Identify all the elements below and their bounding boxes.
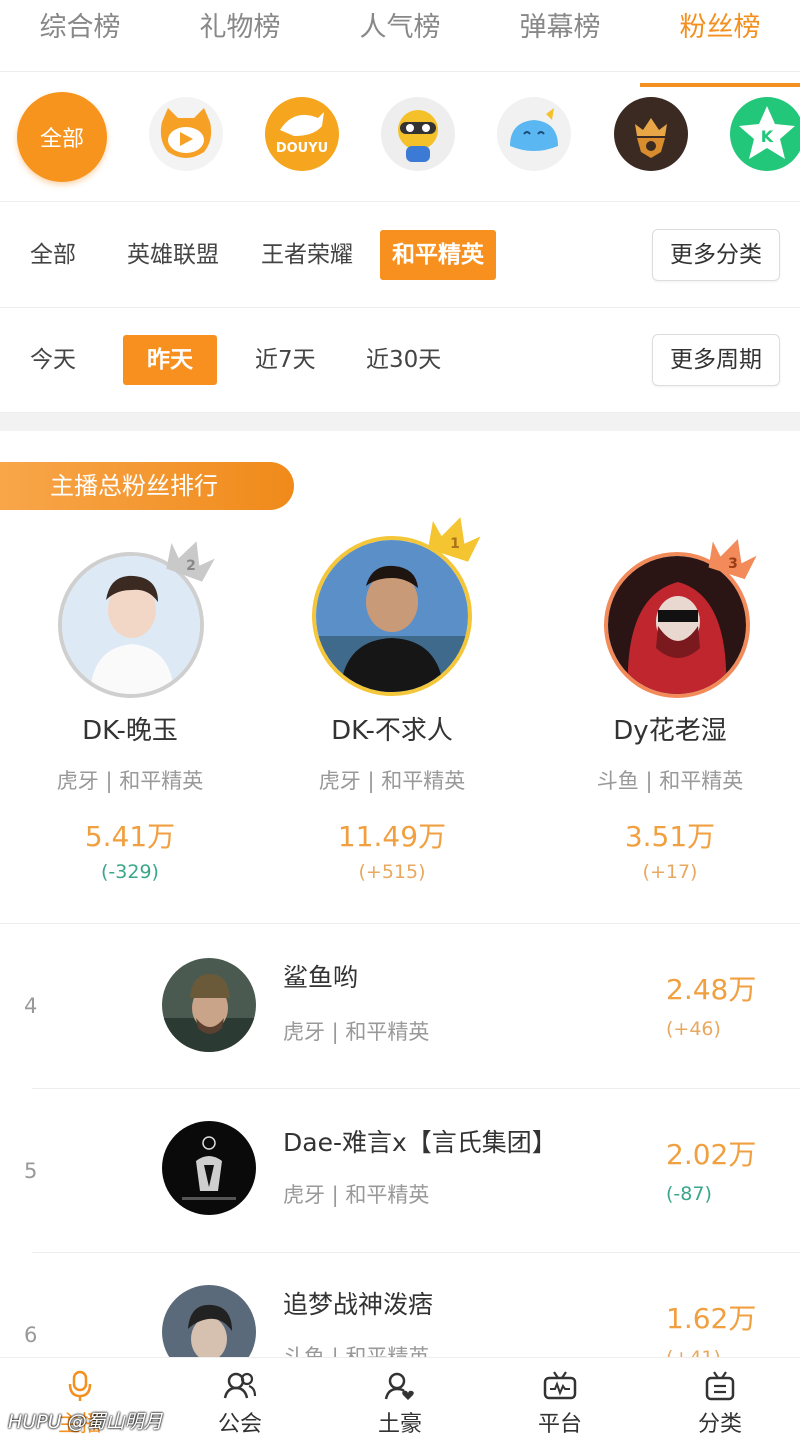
list-item[interactable]: 4 鲨鱼哟 虎牙 | 和平精英 2.48万 (+46)	[0, 924, 800, 1088]
list-item[interactable]: 5 Dae-难言x【言氏集团】 虎牙 | 和平精英 2.02万 (-87)	[0, 1089, 800, 1253]
page: 综合榜 礼物榜 人气榜 弹幕榜 粉丝榜 全部 DOUYU K 全部 英雄联盟 王…	[0, 0, 800, 1437]
fans-change: (+46)	[666, 1018, 721, 1040]
podium-rank-3[interactable]: 3 Dy花老湿 斗鱼 | 和平精英 3.51万 (+17)	[540, 530, 800, 883]
section-title: 主播总粉丝排行	[50, 472, 218, 500]
streamer-name: DK-晚玉	[82, 716, 178, 746]
podium-avatar-wrap: 3	[602, 530, 757, 710]
streamer-name: Dy花老湿	[613, 716, 727, 746]
svg-text:3: 3	[728, 556, 738, 572]
streamer-platform-game: 虎牙 | 和平精英	[318, 769, 466, 793]
avatar	[162, 958, 256, 1052]
section-gap	[0, 413, 800, 431]
yy-icon	[381, 97, 455, 171]
fans-change: (+515)	[358, 861, 426, 883]
kk-icon: K	[730, 97, 800, 171]
svg-text:K: K	[761, 127, 774, 146]
watermark: HUPU @蜀山明月	[8, 1411, 163, 1433]
more-periods-button[interactable]: 更多周期	[652, 334, 780, 386]
platform-kk-button[interactable]: K	[727, 94, 800, 174]
category-peacekeeper-elite[interactable]: 和平精英	[380, 230, 496, 280]
group-icon	[223, 1372, 257, 1399]
streamer-name: 追梦战神泼痞	[283, 1290, 434, 1319]
nav-label: 土豪	[377, 1412, 422, 1437]
platform-all-button[interactable]: 全部	[17, 92, 107, 182]
platform-cat-button[interactable]	[494, 94, 574, 174]
streamer-name: DK-不求人	[331, 716, 453, 746]
avatar	[162, 1121, 256, 1215]
section-banner: 主播总粉丝排行	[0, 462, 294, 510]
ranking-tabs: 综合榜 礼物榜 人气榜 弹幕榜 粉丝榜	[0, 0, 800, 87]
category-all[interactable]: 全部	[18, 230, 88, 280]
svg-text:2: 2	[186, 558, 196, 574]
crown-icon	[614, 97, 688, 171]
cat-icon	[497, 97, 571, 171]
tab-gift[interactable]: 礼物榜	[160, 0, 320, 71]
nav-label: 平台	[537, 1412, 582, 1437]
fans-change: (+17)	[642, 861, 698, 883]
user-heart-icon	[384, 1372, 414, 1400]
streamer-platform-game: 虎牙 | 和平精英	[283, 1183, 430, 1207]
streamer-name: 鲨鱼哟	[283, 963, 359, 992]
podium-avatar-wrap: 1	[308, 517, 481, 710]
period-filter: 今天 昨天 近7天 近30天 更多周期	[0, 308, 800, 413]
rank-number: 5	[24, 1159, 38, 1183]
platform-crown-button[interactable]	[611, 94, 691, 174]
douyu-icon: DOUYU	[265, 97, 339, 171]
fans-count: 11.49万	[337, 820, 447, 853]
streamer-platform-game: 斗鱼 | 和平精英	[596, 769, 744, 793]
microphone-icon	[68, 1370, 92, 1401]
platform-huya-button[interactable]	[146, 94, 226, 174]
podium-rank-1[interactable]: 1 DK-不求人 虎牙 | 和平精英 11.49万 (+515)	[262, 517, 522, 883]
streamer-platform-game: 虎牙 | 和平精英	[283, 1020, 430, 1044]
category-tv-icon	[705, 1371, 735, 1401]
nav-category[interactable]: 分类	[640, 1358, 800, 1437]
tab-overall[interactable]: 综合榜	[0, 0, 160, 71]
tab-danmaku[interactable]: 弹幕榜	[480, 0, 640, 71]
tv-icon	[543, 1371, 577, 1400]
fans-count: 2.48万	[666, 973, 757, 1006]
tab-popularity[interactable]: 人气榜	[320, 0, 480, 71]
bronze-crown-icon: 3	[708, 539, 757, 580]
streamer-name: Dae-难言x【言氏集团】	[283, 1128, 557, 1157]
rank-number: 4	[24, 994, 38, 1018]
platform-all-label: 全部	[39, 127, 84, 152]
period-30-days[interactable]: 近30天	[354, 335, 453, 385]
fans-count: 1.62万	[666, 1302, 757, 1335]
nav-tycoon[interactable]: 土豪	[320, 1358, 480, 1437]
platform-douyu-button[interactable]: DOUYU	[262, 94, 342, 174]
platform-filter: 全部 DOUYU K	[0, 72, 800, 202]
nav-label: 公会	[217, 1412, 262, 1437]
platform-yy-button[interactable]	[378, 94, 458, 174]
fans-count: 2.02万	[666, 1138, 757, 1171]
fans-change: (-329)	[101, 861, 159, 883]
nav-platform[interactable]: 平台	[480, 1358, 640, 1437]
period-7-days[interactable]: 近7天	[243, 335, 328, 385]
tab-fans[interactable]: 粉丝榜	[640, 0, 800, 87]
podium-avatar-wrap: 2	[56, 530, 215, 710]
category-honor-of-kings[interactable]: 王者荣耀	[249, 230, 365, 280]
category-lol[interactable]: 英雄联盟	[115, 230, 231, 280]
gold-crown-icon: 1	[428, 517, 481, 562]
category-filter: 全部 英雄联盟 王者荣耀 和平精英 更多分类	[0, 203, 800, 308]
period-today[interactable]: 今天	[18, 335, 88, 385]
fans-change: (-87)	[666, 1183, 712, 1205]
podium-rank-2[interactable]: 2 DK-晚玉 虎牙 | 和平精英 5.41万 (-329)	[0, 530, 260, 883]
svg-text:DOUYU: DOUYU	[276, 141, 328, 156]
period-yesterday[interactable]: 昨天	[123, 335, 217, 385]
more-categories-button[interactable]: 更多分类	[652, 229, 780, 281]
huya-icon	[149, 97, 223, 171]
fans-count: 5.41万	[84, 820, 176, 853]
rank-number: 6	[24, 1323, 38, 1347]
silver-crown-icon: 2	[166, 541, 215, 582]
nav-label: 分类	[697, 1412, 742, 1437]
fans-count: 3.51万	[624, 820, 716, 853]
nav-guild[interactable]: 公会	[160, 1358, 320, 1437]
streamer-platform-game: 虎牙 | 和平精英	[56, 769, 204, 793]
svg-text:1: 1	[450, 536, 460, 552]
